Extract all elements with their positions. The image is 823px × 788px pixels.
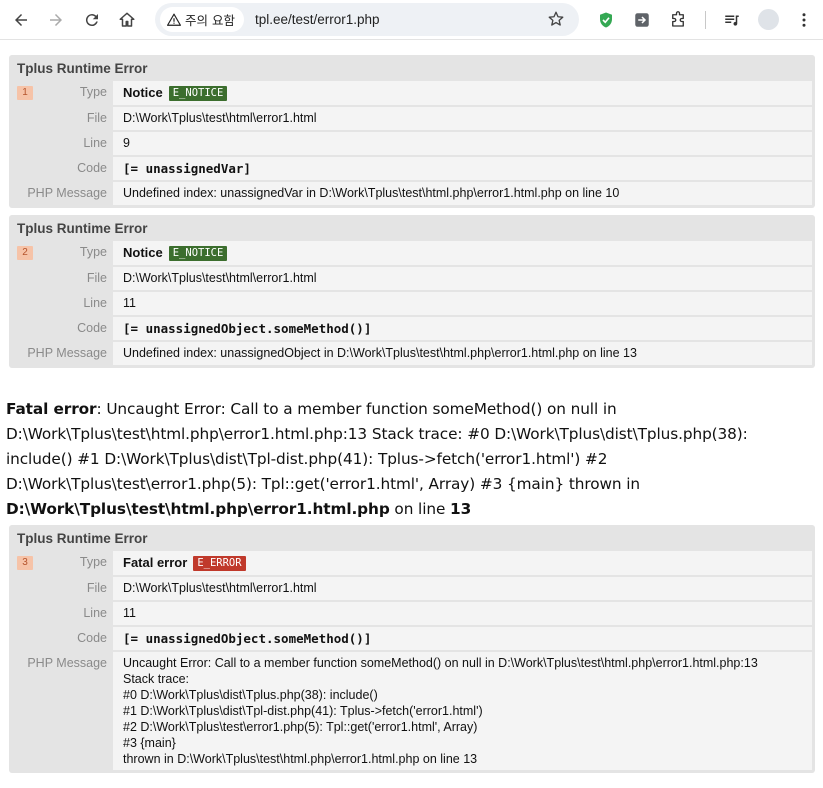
warning-icon [167, 13, 181, 26]
type-badge: E_ERROR [193, 556, 246, 571]
php-message-value: Undefined index: unassignedObject in D:\… [113, 342, 812, 365]
error-title: Tplus Runtime Error [17, 61, 148, 76]
home-icon [119, 12, 135, 27]
shield-extension-button[interactable] [593, 7, 619, 33]
fatal-error-label: Fatal error [6, 400, 97, 418]
playlist-icon [725, 15, 739, 26]
reload-button[interactable] [79, 7, 105, 33]
error-row-message: PHP Message Undefined index: unassignedO… [12, 342, 812, 365]
security-label: 주의 요함 [185, 13, 235, 28]
php-message-value: Uncaught Error: Call to a member functio… [113, 652, 812, 770]
error-row-type: 1 Type Notice E_NOTICE [12, 81, 812, 105]
code-label: Code [77, 321, 107, 335]
line-label: Line [83, 296, 107, 310]
error-row-code: Code [= unassignedObject.someMethod()] [12, 317, 812, 340]
address-bar[interactable]: 주의 요함 tpl.ee/test/error1.php [155, 3, 579, 36]
error-row-type: 3 Type Fatal error E_ERROR [12, 551, 812, 575]
file-label: File [86, 581, 107, 595]
error-row-file: File D:\Work\Tplus\test\html\error1.html [12, 577, 812, 600]
media-button[interactable] [719, 7, 745, 33]
fatal-error-file: D:\Work\Tplus\test\html.php\error1.html.… [6, 500, 390, 518]
file-value: D:\Work\Tplus\test\html\error1.html [113, 267, 812, 290]
security-chip[interactable]: 주의 요함 [160, 7, 244, 32]
puzzle-icon [672, 11, 684, 27]
code-value: [= unassignedVar] [113, 157, 812, 180]
code-label: Code [77, 631, 107, 645]
file-value: D:\Work\Tplus\test\html\error1.html [113, 107, 812, 130]
extensions-menu-button[interactable] [665, 7, 691, 33]
line-label: Line [83, 606, 107, 620]
error-title: Tplus Runtime Error [17, 221, 148, 236]
file-label: File [86, 111, 107, 125]
arrow-right-icon [50, 14, 62, 26]
error-number-badge: 1 [17, 86, 33, 100]
fatal-error-text: Fatal error: Uncaught Error: Call to a m… [6, 397, 818, 522]
error-row-code: Code [= unassignedVar] [12, 157, 812, 180]
toolbar-divider [705, 11, 706, 29]
forward-button[interactable] [43, 7, 69, 33]
url-text: tpl.ee/test/error1.php [254, 12, 380, 27]
type-label: Type [79, 85, 107, 99]
error-row-message: PHP Message Uncaught Error: Call to a me… [12, 652, 812, 770]
trace-line: #2 D:\Work\Tplus\test\error1.php(5): Tpl… [123, 720, 478, 734]
error-row-line: Line 9 [12, 132, 812, 155]
arrow-left-icon [15, 14, 27, 26]
error-block-3: Tplus Runtime Error 3 Type Fatal error E_… [9, 525, 815, 773]
php-message-label: PHP Message [27, 186, 107, 200]
type-name: Notice [123, 85, 163, 100]
error-number-badge: 3 [17, 556, 33, 570]
browser-toolbar: 주의 요함 tpl.ee/test/error1.php [0, 0, 823, 40]
line-value: 9 [113, 132, 812, 155]
shield-check-icon [600, 12, 612, 28]
line-label: Line [83, 136, 107, 150]
trace-line: Uncaught Error: Call to a member functio… [123, 656, 758, 670]
error-row-line: Line 11 [12, 602, 812, 625]
error-row-code: Code [= unassignedObject.someMethod()] [12, 627, 812, 650]
error-row-line: Line 11 [12, 292, 812, 315]
reload-icon [85, 14, 98, 27]
error-number-badge: 2 [17, 246, 33, 260]
error-row-file: File D:\Work\Tplus\test\html\error1.html [12, 267, 812, 290]
code-value: [= unassignedObject.someMethod()] [113, 317, 812, 340]
trace-line: #3 {main} [123, 736, 176, 750]
fatal-error-on-line: on line [389, 500, 451, 518]
trace-line: #0 D:\Work\Tplus\dist\Tplus.php(38): inc… [123, 688, 378, 702]
type-label: Type [79, 555, 107, 569]
error-block-1: Tplus Runtime Error 1 Type Notice E_NOTIC… [9, 55, 815, 208]
error-row-file: File D:\Work\Tplus\test\html\error1.html [12, 107, 812, 130]
code-value: [= unassignedObject.someMethod()] [113, 627, 812, 650]
type-label: Type [79, 245, 107, 259]
menu-button[interactable] [791, 7, 817, 33]
error-row-message: PHP Message Undefined index: unassignedV… [12, 182, 812, 205]
home-button[interactable] [114, 7, 140, 33]
error-block-2: Tplus Runtime Error 2 Type Notice E_NOTIC… [9, 215, 815, 368]
fatal-error-line: 13 [450, 500, 472, 518]
type-name: Fatal error [123, 555, 188, 570]
type-badge: E_NOTICE [168, 246, 228, 261]
trace-line: #1 D:\Work\Tplus\dist\Tpl-dist.php(41): … [123, 704, 483, 718]
line-value: 11 [113, 602, 812, 625]
file-label: File [86, 271, 107, 285]
extension-button[interactable] [629, 7, 655, 33]
error-title: Tplus Runtime Error [17, 531, 148, 546]
profile-avatar[interactable] [758, 9, 779, 30]
kebab-menu-icon [802, 13, 806, 27]
fatal-error-message: : Uncaught Error: Call to a member funct… [6, 400, 748, 493]
line-value: 11 [113, 292, 812, 315]
php-message-label: PHP Message [27, 346, 107, 360]
back-button[interactable] [8, 7, 34, 33]
file-value: D:\Work\Tplus\test\html\error1.html [113, 577, 812, 600]
arrow-box-icon [635, 13, 649, 27]
type-name: Notice [123, 245, 163, 260]
error-row-type: 2 Type Notice E_NOTICE [12, 241, 812, 265]
type-badge: E_NOTICE [168, 86, 228, 101]
trace-line: Stack trace: [123, 672, 189, 686]
bookmark-star-icon[interactable] [547, 10, 565, 28]
php-message-label: PHP Message [27, 656, 107, 670]
trace-line: thrown in D:\Work\Tplus\test\html.php\er… [123, 752, 478, 766]
php-message-value: Undefined index: unassignedVar in D:\Wor… [113, 182, 812, 205]
code-label: Code [77, 161, 107, 175]
